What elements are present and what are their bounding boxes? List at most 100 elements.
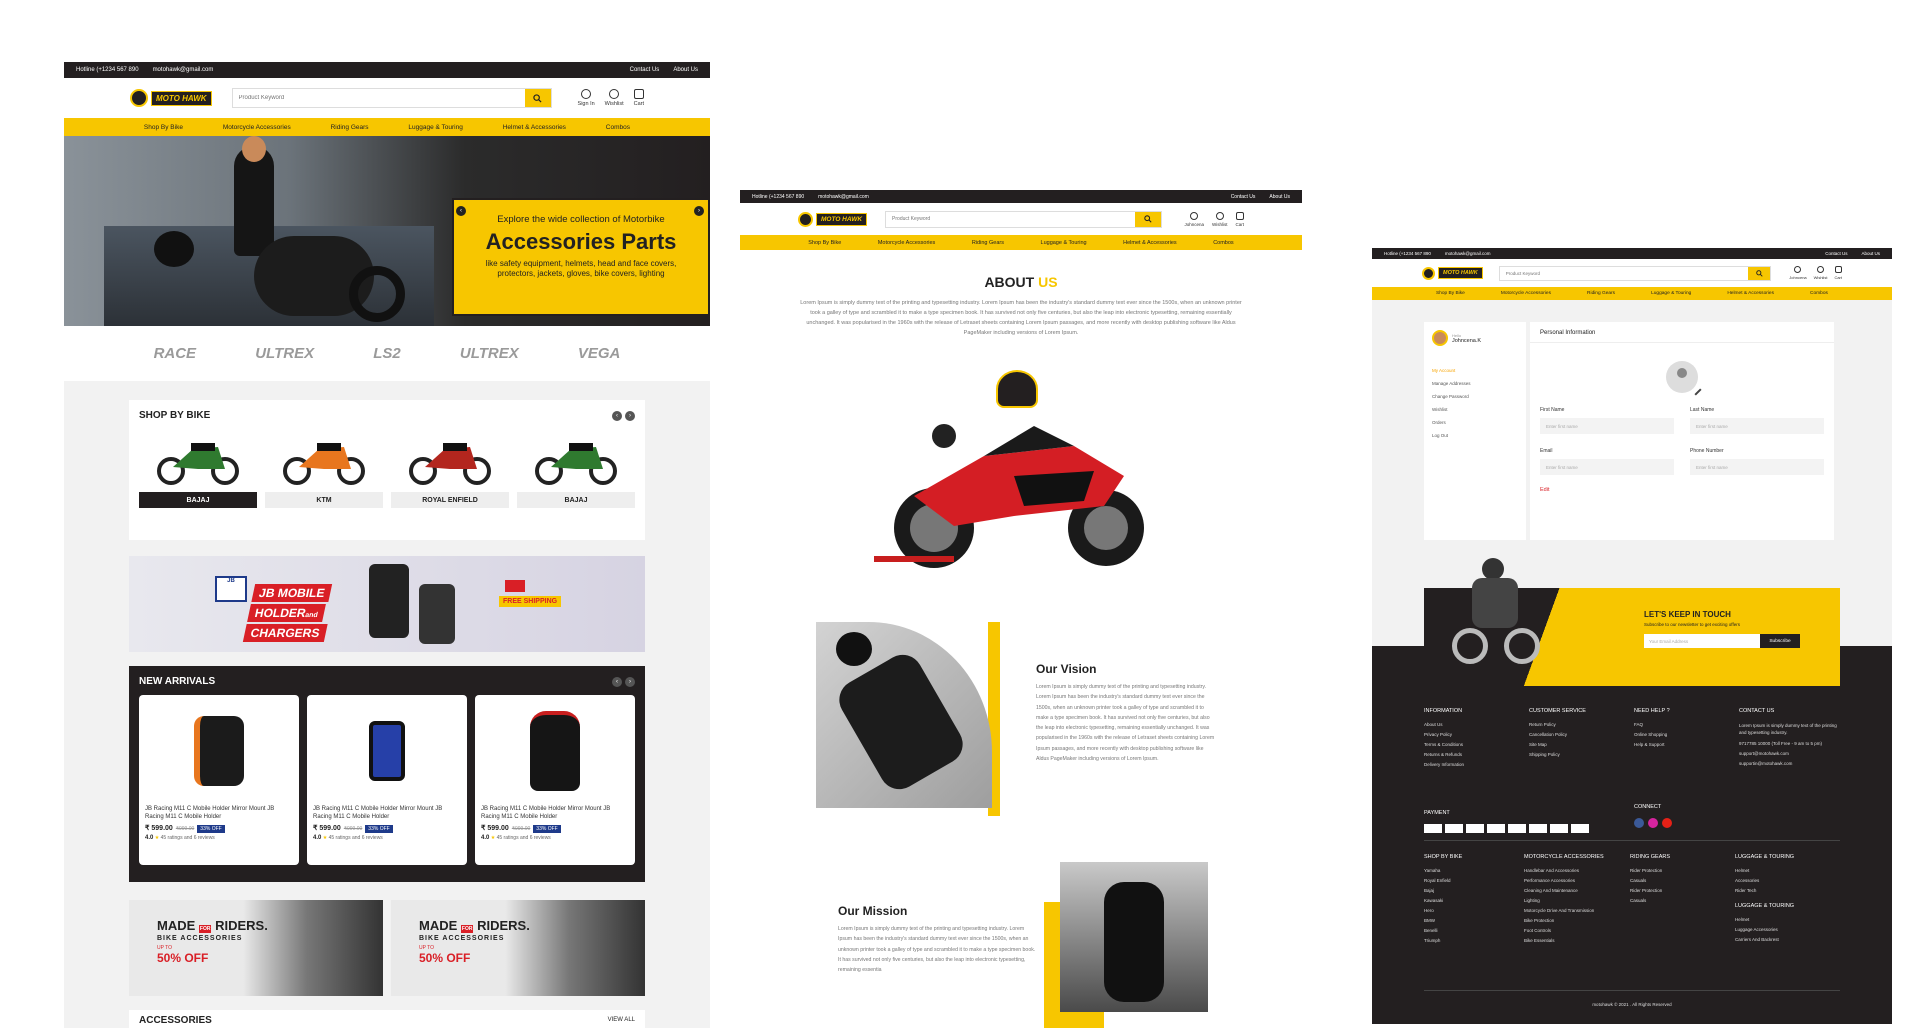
search-input[interactable] [232,89,525,107]
nav-luggage-touring[interactable]: Luggage & Touring [1651,291,1691,296]
footer-link[interactable]: Privacy Policy [1424,732,1529,737]
bike-card[interactable]: BAJAJ [517,431,635,508]
nav-shop-by-bike[interactable]: Shop By Bike [144,124,183,131]
nav-helmet-accessories[interactable]: Helmet & Accessories [503,124,566,131]
menu-manage-addresses[interactable]: Manage Addresses [1432,377,1518,390]
footer-link[interactable]: Benelli [1424,928,1524,933]
contact-us-link[interactable]: Contact Us [1231,194,1256,200]
footer-link[interactable]: Rider Protection [1630,888,1735,893]
brand-logo[interactable]: VEGA [578,345,621,362]
nav-motorcycle-accessories[interactable]: Motorcycle Accessories [1501,291,1551,296]
newsletter-email-input[interactable]: Your Email Address [1644,634,1760,648]
nav-combos[interactable]: Combos [1810,291,1828,296]
product-card[interactable]: JB Racing M11 C Mobile Holder Mirror Mou… [307,695,467,865]
footer-link[interactable]: Cancellation Policy [1529,732,1634,737]
hero-next-arrow[interactable]: › [694,206,704,216]
footer-link[interactable]: Lighting [1524,898,1630,903]
nav-motorcycle-accessories[interactable]: Motorcycle Accessories [223,124,291,131]
footer-link[interactable]: Bike Essentials [1524,938,1630,943]
mobile-holder-banner[interactable]: JB JB MOBILE HOLDERand CHARGERS FREE SHI… [129,556,645,652]
email-field[interactable]: Enter first name [1540,459,1674,475]
product-card[interactable]: JB Racing M11 C Mobile Holder Mirror Mou… [139,695,299,865]
product-card[interactable]: JB Racing M11 C Mobile Holder Mirror Mou… [475,695,635,865]
nav-helmet-accessories[interactable]: Helmet & Accessories [1727,291,1774,296]
nav-combos[interactable]: Combos [606,124,630,131]
menu-change-password[interactable]: Change Password [1432,390,1518,403]
nav-shop-by-bike[interactable]: Shop By Bike [1436,291,1465,296]
contact-email[interactable]: supportin@motohawk.com [1739,761,1839,766]
nav-helmet-accessories[interactable]: Helmet & Accessories [1123,240,1177,246]
account-button[interactable]: Johncena [1789,266,1807,280]
profile-avatar-placeholder[interactable] [1666,361,1702,396]
about-us-link[interactable]: About Us [673,67,698,73]
footer-link[interactable]: Cleaning And Maintenance [1524,888,1630,893]
search-button[interactable] [1748,266,1771,280]
bike-card[interactable]: ROYAL ENFIELD [391,431,509,508]
cart-button[interactable]: Cart [634,89,644,107]
site-logo[interactable]: MOTO HAWK [798,211,868,227]
brand-logo[interactable]: RACE [154,345,197,362]
about-us-link[interactable]: About Us [1861,251,1880,256]
made-for-riders-banner[interactable]: MADE FOR RIDERS. BIKE ACCESSORIES UP TO … [129,900,383,996]
nav-shop-by-bike[interactable]: Shop By Bike [808,240,841,246]
nav-riding-gears[interactable]: Riding Gears [1587,291,1615,296]
footer-link[interactable]: Carriers And Backrest [1735,937,1840,942]
footer-link[interactable]: Help & Support [1634,742,1739,747]
facebook-icon[interactable] [1634,818,1644,828]
prev-arrow[interactable]: ‹ [612,410,622,421]
footer-link[interactable]: Foot Controls [1524,928,1630,933]
wishlist-button[interactable]: Wishlist [1212,211,1227,227]
menu-wishlist[interactable]: Wishlist [1432,403,1518,416]
made-for-riders-banner[interactable]: MADE FOR RIDERS. BIKE ACCESSORIES UP TO … [391,900,645,996]
footer-link[interactable]: Rider Protection [1630,868,1735,873]
edit-link[interactable]: Edit [1540,487,1824,493]
footer-link[interactable]: Accessories [1735,878,1840,883]
next-arrow[interactable]: › [625,676,635,687]
last-name-field[interactable]: Enter first name [1690,418,1824,434]
subscribe-button[interactable]: Subscribe [1760,634,1800,648]
site-logo[interactable]: MOTO HAWK [1422,266,1483,280]
nav-combos[interactable]: Combos [1213,240,1233,246]
prev-arrow[interactable]: ‹ [612,676,622,687]
footer-link[interactable]: Triumph [1424,938,1524,943]
hero-prev-arrow[interactable]: ‹ [456,206,466,216]
footer-link[interactable]: Casuals [1630,898,1735,903]
footer-link[interactable]: Rider Tech [1735,888,1840,893]
youtube-icon[interactable] [1662,818,1672,828]
wishlist-button[interactable]: Wishlist [1814,266,1827,280]
sign-in-button[interactable]: Sign In [578,89,595,107]
nav-luggage-touring[interactable]: Luggage & Touring [1041,240,1087,246]
footer-link[interactable]: Helmet [1735,917,1840,922]
footer-link[interactable]: Shipping Policy [1529,752,1634,757]
search-input[interactable] [886,211,1136,227]
search-input[interactable] [1499,266,1749,280]
footer-link[interactable]: FAQ [1634,722,1739,727]
footer-link[interactable]: Helmet [1735,868,1840,873]
footer-link[interactable]: Returns & Refunds [1424,752,1529,757]
brand-logo[interactable]: ULTREX [255,345,314,362]
footer-link[interactable]: Motorcycle Drive And Transmission [1524,908,1630,913]
site-logo[interactable]: MOTO HAWK [130,89,212,107]
footer-link[interactable]: Site Map [1529,742,1634,747]
cart-button[interactable]: Cart [1834,266,1842,280]
footer-link[interactable]: About Us [1424,722,1529,727]
account-button[interactable]: Johncena [1184,211,1204,227]
footer-link[interactable]: Hero [1424,908,1524,913]
next-arrow[interactable]: › [625,410,635,421]
footer-link[interactable]: Bajaj [1424,888,1524,893]
brand-logo[interactable]: LS2 [373,345,401,362]
wishlist-button[interactable]: Wishlist [605,89,624,107]
footer-link[interactable]: Yamaha [1424,868,1524,873]
footer-link[interactable]: BMW [1424,918,1524,923]
brand-logo[interactable]: ULTREX [460,345,519,362]
nav-riding-gears[interactable]: Riding Gears [972,240,1004,246]
footer-link[interactable]: Bike Protection [1524,918,1630,923]
about-us-link[interactable]: About Us [1269,194,1290,200]
footer-link[interactable]: Kawasaki [1424,898,1524,903]
search-button[interactable] [524,89,551,107]
footer-link[interactable]: Luggage Accessories [1735,927,1840,932]
nav-riding-gears[interactable]: Riding Gears [331,124,369,131]
footer-link[interactable]: Delivery Information [1424,762,1529,767]
menu-my-account[interactable]: My Account [1432,364,1518,377]
cart-button[interactable]: Cart [1235,211,1244,227]
